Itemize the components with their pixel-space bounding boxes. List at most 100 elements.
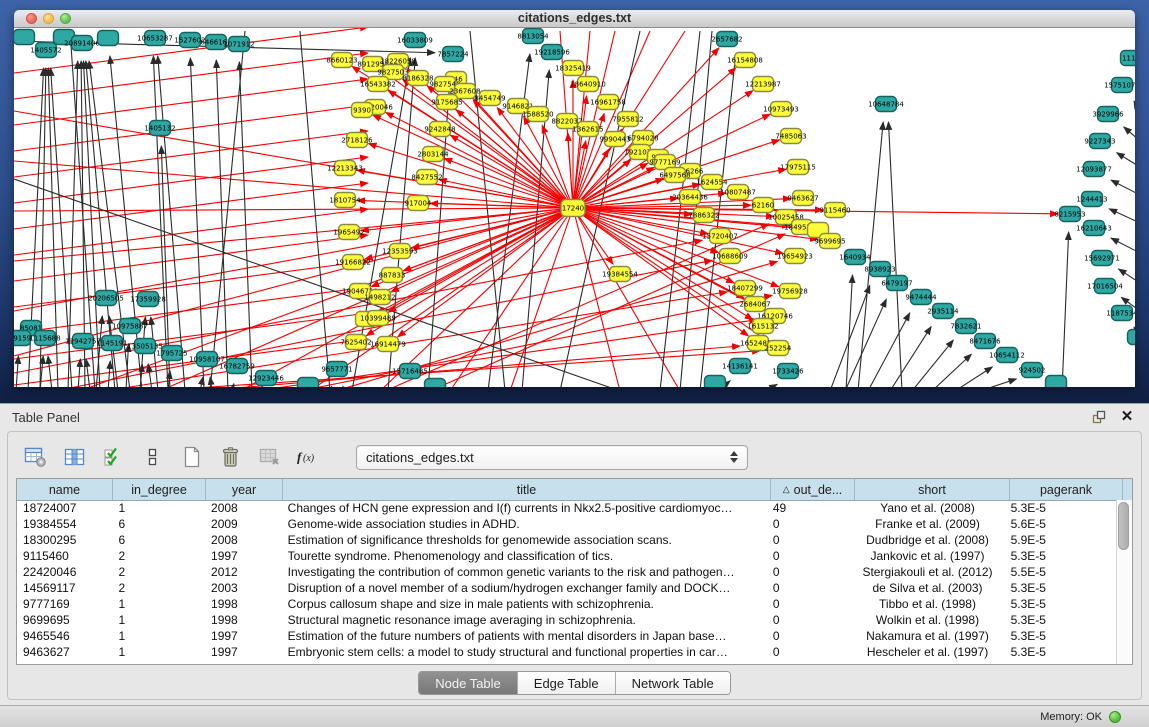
table-cell: 1998 — [205, 596, 282, 612]
tab-edge-table[interactable]: Edge Table — [517, 672, 615, 694]
create-column-icon[interactable] — [178, 444, 204, 470]
graph-node[interactable] — [14, 30, 35, 45]
row-height-icon[interactable] — [139, 444, 165, 470]
graph-node[interactable] — [1046, 376, 1067, 388]
show-columns-icon[interactable] — [61, 444, 87, 470]
graph-node-label: 10654112 — [989, 352, 1025, 360]
delete-column-icon[interactable] — [217, 444, 243, 470]
tab-network-table[interactable]: Network Table — [615, 672, 730, 694]
table-cell: Wolkin et al. (1998) — [850, 612, 1004, 628]
column-header-label: pagerank — [1040, 483, 1092, 497]
table-row[interactable]: 946554611997Estimation of the future num… — [17, 628, 1117, 644]
column-header-pagerank[interactable]: pagerank — [1010, 479, 1123, 500]
column-header-short[interactable]: short — [855, 479, 1010, 500]
svg-text:(x): (x) — [303, 453, 315, 464]
graph-node-label: 15720407 — [702, 233, 738, 241]
function-builder-icon[interactable]: f(x) — [295, 444, 321, 470]
table-row[interactable]: 1830029562008Estimation of significance … — [17, 532, 1117, 548]
table-scrollbar[interactable] — [1116, 500, 1132, 664]
graph-node-label: 9390 — [353, 107, 371, 115]
delete-table-icon[interactable] — [256, 444, 282, 470]
table-selector[interactable]: citations_edges.txt — [356, 445, 748, 470]
graph-node-label: 1405572 — [30, 47, 61, 55]
selection-mode-icon[interactable] — [100, 444, 126, 470]
table-cell: 9115460 — [17, 548, 113, 564]
graph-edge — [391, 208, 573, 292]
graph-node-label: 18640910 — [570, 81, 606, 89]
graph-node[interactable] — [705, 376, 726, 388]
graph-edge — [380, 208, 573, 387]
table-cell: 0 — [767, 628, 851, 644]
graph-node-label: 9115460 — [819, 207, 850, 215]
table-cell: 0 — [767, 644, 851, 660]
table-row[interactable]: 969969511998Structural magnetic resonanc… — [17, 612, 1117, 628]
table-cell: 22420046 — [17, 564, 113, 580]
table-cell: Jankovic et al. (1997) — [850, 548, 1004, 564]
graph-node-label: 9657771 — [321, 366, 352, 374]
graph-node[interactable] — [1128, 330, 1136, 345]
table-row[interactable]: 1872400712008Changes of HCN gene express… — [17, 500, 1117, 516]
graph-node-label: 1810754 — [329, 197, 361, 205]
table-row[interactable]: 977716911998Corpus callosum shape and si… — [17, 596, 1117, 612]
column-header-year[interactable]: year — [206, 479, 283, 500]
graph-edge — [868, 313, 910, 387]
graph-edge — [330, 386, 332, 387]
graph-node-label: 16033809 — [397, 37, 433, 45]
table-cell: 0 — [767, 532, 851, 548]
graph-node-label: 9699695 — [814, 238, 845, 246]
table-cell: Genome-wide association studies in ADHD. — [282, 516, 767, 532]
tab-node-table[interactable]: Node Table — [419, 672, 517, 694]
close-panel-icon[interactable]: ✕ — [1117, 408, 1137, 426]
graph-node-label: 12213987 — [745, 81, 781, 89]
graph-node[interactable] — [425, 379, 446, 388]
table-cell: 2008 — [205, 500, 282, 516]
scrollbar-thumb[interactable] — [1118, 502, 1129, 550]
network-canvas[interactable]: 1405572208914061065328715276026466161107… — [14, 28, 1135, 387]
graph-node-label: 16154808 — [727, 57, 763, 65]
graph-edge — [510, 208, 573, 387]
graph-node-label: 18407299 — [727, 285, 763, 293]
graph-node-label: 3929966 — [1092, 111, 1124, 119]
graph-edge — [890, 327, 931, 387]
table-row[interactable]: 1456911722003Disruption of a novel membe… — [17, 580, 1117, 596]
graph-node-label: 9777169 — [649, 159, 680, 167]
table-row[interactable]: 2242004622012Investigating the contribut… — [17, 564, 1117, 580]
graph-edge — [1111, 238, 1135, 253]
memory-status: Memory: OK — [1040, 711, 1102, 723]
table-cell: Stergiakouli et al. (2012) — [850, 564, 1004, 580]
table-options-icon[interactable] — [22, 444, 48, 470]
table-cell: Structural magnetic resonance image aver… — [282, 612, 767, 628]
graph-edge — [398, 208, 573, 337]
table-row[interactable]: 1938455462009Genome-wide association stu… — [17, 516, 1117, 532]
column-header-in-degree[interactable]: in_degree — [113, 479, 206, 500]
table-panel-header: Table Panel ✕ — [0, 404, 1149, 430]
graph-node-label: 9463627 — [787, 195, 818, 203]
table-body: 1872400712008Changes of HCN gene express… — [17, 500, 1117, 664]
table-row[interactable]: 911546021997Tourette syndrome. Phenomeno… — [17, 548, 1117, 564]
table-row[interactable]: 946362711997Embryonic stem cells: a mode… — [17, 644, 1117, 660]
network-window-titlebar[interactable]: citations_edges.txt — [14, 10, 1135, 28]
graph-edge — [158, 56, 185, 387]
table-cell: 18724007 — [17, 500, 113, 516]
graph-edge — [846, 275, 852, 387]
column-header-name[interactable]: name — [17, 479, 113, 500]
table-cell: Disruption of a novel member of a sodium… — [282, 580, 767, 596]
table-cell: Tibbo et al. (1998) — [850, 596, 1004, 612]
graph-edge — [980, 379, 1016, 387]
column-header-out-de-[interactable]: △ out_de... — [771, 479, 855, 500]
graph-node-label: 12213343 — [327, 165, 363, 173]
graph-node-label: 2935114 — [927, 308, 959, 316]
table-cell: Embryonic stem cells: a model to study s… — [282, 644, 767, 660]
graph-edge — [1062, 232, 1069, 387]
column-header-title[interactable]: title — [283, 479, 771, 500]
table-cell: 5.3E-5 — [1005, 628, 1117, 644]
column-header-label: in_degree — [131, 483, 187, 497]
column-header-label: out_de... — [794, 483, 843, 497]
graph-node[interactable] — [298, 378, 319, 388]
network-window[interactable]: citations_edges.txt 14055722089140610653… — [14, 10, 1135, 386]
graph-node-label: 8660123 — [326, 57, 357, 65]
float-panel-icon[interactable] — [1089, 408, 1109, 426]
sort-indicator-icon: △ — [783, 484, 790, 495]
graph-node-label: 2803144 — [417, 151, 449, 159]
graph-node[interactable] — [98, 31, 119, 46]
